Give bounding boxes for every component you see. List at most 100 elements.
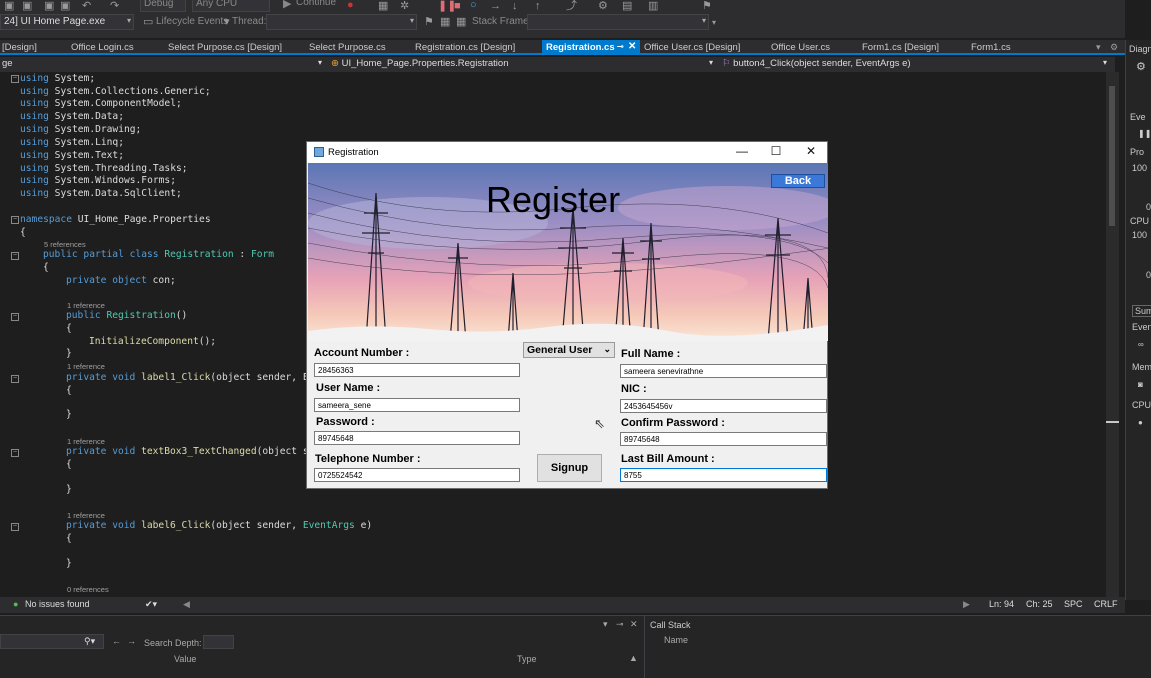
minimize-icon[interactable]: —	[732, 144, 752, 158]
whitespace-mode[interactable]: SPC	[1064, 599, 1083, 609]
fold-toggle[interactable]: −	[11, 252, 19, 260]
window-menu-icon[interactable]: ▾	[603, 619, 608, 630]
tab-select-purpose-design[interactable]: Select Purpose.cs [Design]	[168, 40, 282, 55]
tab-office-user-design[interactable]: Office User.cs [Design]	[644, 40, 740, 55]
last-bill-field[interactable]: 8755	[620, 468, 827, 482]
close-tab-icon[interactable]: ✕	[628, 41, 636, 52]
telephone-field[interactable]: 0725524542	[314, 468, 520, 482]
line-ending[interactable]: CRLF	[1094, 599, 1118, 609]
settings-icon[interactable]: ⚙	[1110, 41, 1118, 53]
camera-icon[interactable]: ◙	[1138, 380, 1143, 389]
redo-icon[interactable]: ↷	[110, 0, 119, 12]
fold-toggle[interactable]: −	[11, 75, 19, 83]
lifecycle-events-button[interactable]: Lifecycle Events	[156, 16, 228, 27]
threads-icon[interactable]: ▦	[456, 16, 466, 28]
codelens-references[interactable]: 1 reference	[67, 362, 105, 371]
scroll-up-icon[interactable]: ▲	[629, 653, 638, 663]
signup-button[interactable]: Signup	[537, 454, 602, 482]
full-name-field[interactable]: sameera senevirathne	[620, 364, 827, 378]
password-field[interactable]: 89745648	[314, 431, 520, 445]
search-icon[interactable]: ⚲▾	[84, 636, 95, 647]
codelens-references[interactable]: 5 references	[44, 240, 86, 249]
pin-icon[interactable]: ⊸	[616, 619, 624, 630]
step-into-icon[interactable]: ↓	[512, 0, 518, 12]
tab-design[interactable]: [Design]	[2, 40, 37, 55]
nic-field[interactable]: 2453645456v	[620, 399, 827, 413]
tab-dropdown-icon[interactable]: ▾	[1096, 41, 1101, 53]
breakpoint-icon[interactable]: ●	[347, 0, 354, 11]
fold-toggle[interactable]: −	[11, 449, 19, 457]
search-depth-dropdown[interactable]	[203, 635, 234, 649]
issues-indicator[interactable]: No issues found	[25, 599, 90, 609]
gear-icon[interactable]: ⚙	[1136, 60, 1146, 73]
bookmark-icon[interactable]: ⚑	[702, 0, 712, 12]
pin-icon[interactable]: ⊸	[617, 42, 624, 51]
save-icon[interactable]: ▣	[4, 0, 14, 12]
fire-icon[interactable]: ✲	[400, 0, 409, 12]
hot-reload-icon[interactable]: ⤴	[566, 0, 577, 12]
fold-toggle[interactable]: −	[11, 523, 19, 531]
restart-icon[interactable]: ○	[470, 0, 477, 11]
link-icon[interactable]: ∞	[1138, 340, 1144, 349]
events-section[interactable]: Eve	[1130, 112, 1146, 122]
codelens-references[interactable]: 1 reference	[67, 437, 105, 446]
stack-frame-dropdown[interactable]: ▾	[527, 14, 709, 30]
codelens-references[interactable]: 1 reference	[67, 511, 105, 520]
filter-icon[interactable]: ▦	[440, 16, 450, 28]
process-memory-section[interactable]: Pro	[1130, 147, 1144, 157]
value-column-header[interactable]: Value	[174, 654, 196, 664]
pause-icon[interactable]: ❚❚	[1138, 129, 1151, 138]
tab-select-purpose[interactable]: Select Purpose.cs	[309, 40, 386, 55]
back-arrow-icon[interactable]: ←	[112, 636, 121, 646]
back-button[interactable]: Back	[771, 174, 825, 188]
diag-icon[interactable]: ⚙	[598, 0, 608, 12]
tab-form1-design[interactable]: Form1.cs [Design]	[862, 40, 939, 55]
fold-toggle[interactable]: −	[11, 216, 19, 224]
class-dropdown[interactable]: ⊕ UI_Home_Page.Properties.Registration ▾	[331, 57, 713, 72]
title-bar[interactable]: Registration — ☐ ✕	[307, 142, 827, 163]
scroll-left-icon[interactable]: ◀	[183, 599, 190, 610]
step-over-icon[interactable]: →	[490, 0, 501, 12]
continue-icon[interactable]: ▶	[283, 0, 291, 10]
codelens-references[interactable]: 1 reference	[67, 301, 105, 310]
save-icon-2[interactable]: ▣	[44, 0, 54, 12]
cpu-section[interactable]: CPU	[1130, 216, 1149, 226]
layout-icon[interactable]: ▥	[648, 0, 658, 12]
record-icon[interactable]: ●	[1138, 418, 1143, 427]
flag-icon[interactable]: ⚑	[424, 16, 434, 28]
window-icon[interactable]: ▤	[622, 0, 632, 12]
editor-scrollbar[interactable]	[1106, 72, 1119, 597]
maximize-icon[interactable]: ☐	[766, 144, 786, 158]
toolbar-overflow-icon[interactable]: ▾	[712, 17, 716, 29]
user-type-dropdown[interactable]: General User ⌄	[523, 342, 615, 358]
tab-form1[interactable]: Form1.cs	[971, 40, 1011, 55]
platform-dropdown[interactable]: Any CPU	[192, 0, 270, 12]
cleanup-icon[interactable]: ✔▾	[145, 599, 157, 610]
member-dropdown[interactable]: ⚐ button4_Click(object sender, EventArgs…	[722, 57, 1107, 72]
type-column-header[interactable]: Type	[517, 654, 537, 664]
confirm-password-field[interactable]: 89745648	[620, 432, 827, 446]
summary-tab[interactable]: Sum	[1132, 305, 1151, 317]
account-number-field[interactable]: 28456363	[314, 363, 520, 377]
project-dropdown[interactable]: ge ▾	[2, 57, 322, 72]
undo-icon[interactable]: ↶	[82, 0, 91, 12]
scrollbar-thumb[interactable]	[1109, 86, 1115, 226]
fold-toggle[interactable]: −	[11, 375, 19, 383]
chevron-down-icon[interactable]: ⌄	[603, 344, 611, 355]
close-icon[interactable]: ✕	[801, 144, 821, 158]
name-column-header[interactable]: Name	[664, 635, 688, 645]
lifecycle-dropdown-icon[interactable]: ▾	[224, 16, 230, 28]
user-name-field[interactable]: sameera_sene	[314, 398, 520, 412]
scroll-right-icon[interactable]: ▶	[963, 599, 970, 610]
forward-arrow-icon[interactable]: →	[127, 636, 136, 646]
tab-office-login[interactable]: Office Login.cs	[71, 40, 134, 55]
debug-icon[interactable]: ▦	[378, 0, 388, 12]
config-dropdown[interactable]: Debug	[140, 0, 186, 12]
codelens-references[interactable]: 0 references	[67, 585, 109, 594]
thread-dropdown[interactable]: ▾	[266, 14, 417, 30]
save-all-icon-2[interactable]: ▣	[60, 0, 70, 12]
stop-icon[interactable]: ■	[454, 0, 461, 12]
save-all-icon[interactable]: ▣	[22, 0, 32, 12]
fold-toggle[interactable]: −	[11, 313, 19, 321]
step-out-icon[interactable]: ↑	[535, 0, 541, 12]
